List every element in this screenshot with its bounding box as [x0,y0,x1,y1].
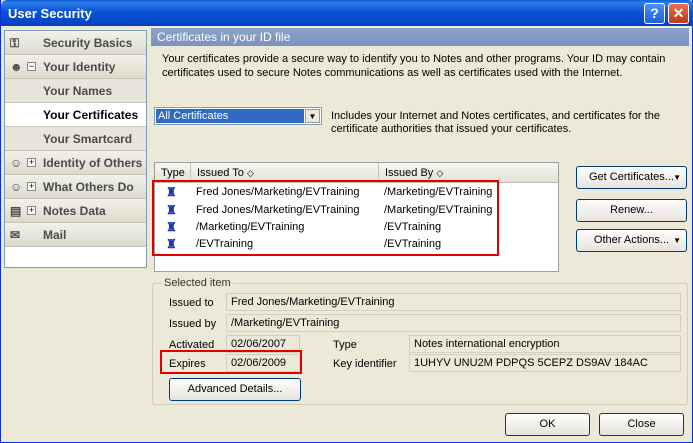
certificate-filter-select[interactable]: All Certificates ▼ [154,107,322,125]
issued-by-label: Issued by [169,318,217,330]
column-header-issued-by[interactable]: Issued By ◇ [379,163,558,179]
key-identifier-label: Key identifier [333,358,397,370]
highlight-box-certificates [152,180,499,256]
collapse-icon[interactable]: − [27,62,36,71]
identity-icon: ☻ [10,60,23,74]
type-value: Notes international encryption [409,335,681,353]
chevron-down-icon[interactable]: ▼ [305,109,320,123]
sidebar-item-label: Security Basics [43,36,133,50]
envelope-icon: ✉ [10,228,21,242]
filter-description: Includes your Internet and Notes certifi… [331,110,660,135]
sidebar-item-label: Notes Data [43,204,106,218]
expand-icon[interactable]: + [27,182,36,191]
sidebar-item-security-basics[interactable]: ⚿ Security Basics [5,31,146,55]
expand-icon[interactable]: + [27,158,36,167]
sidebar-item-your-identity[interactable]: ☻ − Your Identity [5,55,146,79]
button-label: Get Certificates... [589,171,674,183]
sidebar-item-label: Identity of Others [43,156,143,170]
sidebar-item-label: Mail [43,228,67,242]
sidebar-item-identity-of-others[interactable]: ☺ + Identity of Others [5,151,146,175]
database-icon: ▤ [10,204,22,218]
sidebar-item-label: Your Certificates [43,108,139,122]
sidebar: ⚿ Security Basics ☻ − Your Identity Your… [4,30,147,268]
sidebar-item-label: Your Smartcard [43,132,133,146]
renew-button[interactable]: Renew... [576,199,687,222]
highlight-box-expires [160,350,302,374]
key-icon: ⚿ [10,36,20,50]
issued-by-value: /Marketing/EVTraining [226,314,681,332]
sidebar-item-your-certificates[interactable]: Your Certificates [5,103,146,127]
issued-to-value: Fred Jones/Marketing/EVTraining [226,293,681,311]
sidebar-item-label: What Others Do [43,180,134,194]
column-header-label: Issued To [197,167,244,179]
window-title: User Security [8,6,92,21]
column-header-label: Issued By [385,167,434,179]
sidebar-item-what-others-do[interactable]: ☺ + What Others Do [5,175,146,199]
chevron-down-icon: ▼ [673,173,681,182]
user-security-dialog: User Security ? ✕ ⚿ Security Basics ☻ − … [0,0,693,443]
help-button[interactable]: ? [644,3,665,24]
people-icon: ☺ [10,180,23,194]
certificate-filter-value: All Certificates [156,109,304,123]
sidebar-item-notes-data[interactable]: ▤ + Notes Data [5,199,146,223]
selected-item-title: Selected item [162,277,233,289]
sidebar-item-mail[interactable]: ✉ Mail [5,223,146,247]
issued-to-label: Issued to [169,297,214,309]
button-label: Other Actions... [593,234,670,246]
people-icon: ☺ [10,156,23,170]
panel-header: Certificates in your ID file [151,28,689,46]
sidebar-item-label: Your Names [43,84,113,98]
type-label: Type [333,339,357,351]
sidebar-item-your-names[interactable]: Your Names [5,79,146,103]
expand-icon[interactable]: + [27,206,36,215]
sort-icon: ◇ [436,168,444,178]
close-button[interactable]: Close [599,413,684,436]
get-certificates-button[interactable]: Get Certificates... ▼ [576,166,687,189]
chevron-down-icon: ▼ [673,236,681,245]
title-bar: User Security [1,0,693,26]
ok-button[interactable]: OK [505,413,590,436]
column-header-type[interactable]: Type [155,163,191,179]
sort-icon: ◇ [246,168,254,178]
column-header-issued-to[interactable]: Issued To ◇ [191,163,379,179]
intro-text: Your certificates provide a secure way t… [162,53,666,79]
other-actions-button[interactable]: Other Actions... ▼ [576,229,687,252]
sidebar-item-your-smartcard[interactable]: Your Smartcard [5,127,146,151]
close-window-button[interactable]: ✕ [668,3,689,24]
key-identifier-value: 1UHYV UNU2M PDPQS 5CEPZ DS9AV 184AC [409,354,681,372]
sidebar-item-label: Your Identity [43,60,116,74]
advanced-details-button[interactable]: Advanced Details... [169,378,301,401]
